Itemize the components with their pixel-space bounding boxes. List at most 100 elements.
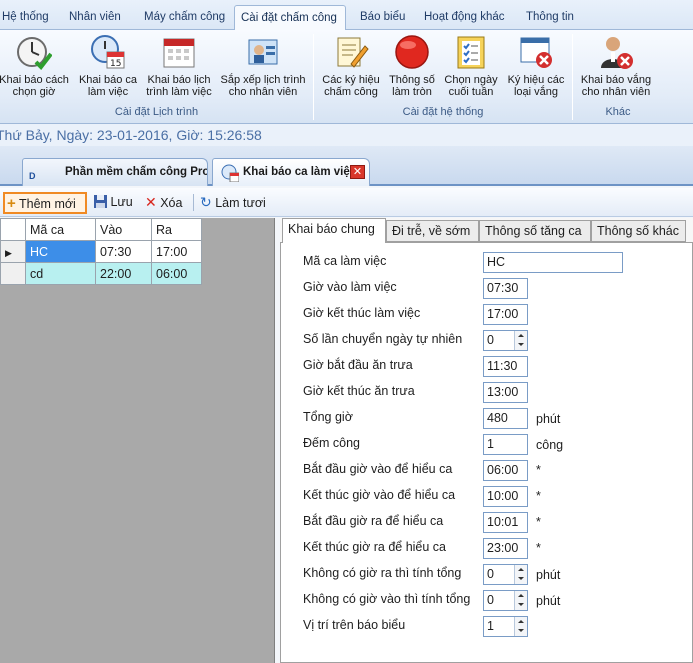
gio-ket-thuc-field[interactable]: 17:00 (483, 304, 528, 325)
shift-grid: Mã ca Vào Ra ▶ HC 07:30 17:00 cd 22:00 0… (0, 218, 202, 285)
table-row[interactable]: cd 22:00 06:00 (0, 262, 202, 285)
unit-phut: phút (536, 568, 561, 582)
clock-calendar-icon: 15 (90, 34, 126, 70)
toolbar: + Thêm mới Lưu ✕ Xóa ↻ Làm tươi (0, 188, 693, 217)
tab-thong-so-tang-ca[interactable]: Thông số tăng ca (479, 220, 591, 242)
tong-gio-field[interactable]: 480 (483, 408, 528, 429)
tab-thong-tin[interactable]: Thông tin (520, 7, 580, 30)
clock-check-icon (16, 34, 53, 71)
table-row[interactable]: ▶ HC 07:30 17:00 (0, 240, 202, 263)
khai-bao-ca-lam-viec-button[interactable]: 15 Khai báo ca làm việc (74, 34, 142, 98)
unit-phut: phút (536, 412, 561, 426)
kt-vao-field[interactable]: 10:00 (483, 486, 528, 507)
label-gio-vao: Giờ vào làm việc (303, 280, 397, 294)
required-mark: * (536, 463, 541, 477)
ket-thuc-an-field[interactable]: 13:00 (483, 382, 528, 403)
doc-tab-khai-bao-ca[interactable]: Khai báo ca làm việc ✕ (212, 158, 370, 186)
cell-ra[interactable]: 17:00 (151, 240, 202, 263)
label-bd-vao: Bắt đầu giờ vào để hiểu ca (303, 462, 453, 476)
label-khong-ra: Không có giờ ra thì tính tổng (303, 566, 462, 580)
cell-ma-ca[interactable]: cd (25, 262, 96, 285)
window-delete-icon (518, 34, 554, 70)
cell-ra[interactable]: 06:00 (151, 262, 202, 285)
close-icon[interactable]: ✕ (350, 165, 365, 179)
unit-phut: phút (536, 594, 561, 608)
khong-vao-stepper[interactable]: 0 (483, 590, 528, 611)
kt-ra-field[interactable]: 23:00 (483, 538, 528, 559)
tab-khai-bao-chung[interactable]: Khai báo chung (282, 218, 386, 243)
save-button[interactable]: Lưu (92, 192, 133, 214)
label-bd-ra: Bắt đầu giờ ra để hiểu ca (303, 514, 444, 528)
plus-icon: + (7, 195, 16, 212)
chon-ngay-cuoi-tuan-button[interactable]: Chọn ngày cuối tuần (440, 34, 502, 98)
khai-bao-lich-trinh-button[interactable]: Khai báo lịch trình làm việc (143, 34, 215, 98)
label-khong-vao: Không có giờ vào thì tính tổng (303, 592, 471, 606)
cell-ma-ca[interactable]: HC (25, 240, 96, 263)
app-logo-icon: D (29, 171, 36, 181)
add-new-button[interactable]: + Thêm mới (3, 192, 87, 214)
vi-tri-stepper[interactable]: 1 (483, 616, 528, 637)
label-so-lan: Số lần chuyển ngày tự nhiên (303, 332, 463, 346)
group-label-khac: Khác (605, 106, 631, 118)
ribbon-tab-bar: Hệ thống Nhân viên Máy chấm công Cài đặt… (0, 0, 693, 31)
cac-ky-hieu-cham-cong-button[interactable]: Các ký hiệu chấm công (318, 34, 384, 98)
refresh-button[interactable]: ↻ Làm tươi (198, 192, 266, 214)
ma-ca-field[interactable]: HC (483, 252, 623, 273)
label-vi-tri: Vị trí trên báo biểu (303, 618, 406, 632)
floppy-disk-icon (94, 195, 107, 209)
khai-bao-cach-chon-gio-button[interactable]: Khai báo cách chọn giờ (0, 34, 72, 98)
document-tab-bar: D Phần mềm chấm công Pro Khai báo ca làm… (0, 146, 693, 186)
label-kt-ra: Kết thúc giờ ra để hiểu ca (303, 540, 447, 554)
sap-xep-lich-trinh-button[interactable]: Sắp xếp lịch trình cho nhân viên (216, 34, 310, 98)
thong-so-lam-tron-button[interactable]: Thông số làm tròn (385, 34, 439, 98)
detail-pane: Mã ca làm việc HC Giờ vào làm việc 07:30… (280, 218, 693, 663)
spin-arrows-icon[interactable] (514, 565, 527, 584)
khai-bao-vang-button[interactable]: Khai báo vắng cho nhân viên (577, 34, 655, 98)
svg-text:15: 15 (110, 59, 121, 69)
required-mark: * (536, 489, 541, 503)
tab-hoat-dong-khac[interactable]: Hoạt động khác (418, 7, 511, 30)
label-dem-cong: Đếm công (303, 436, 360, 450)
grid-header-row: Mã ca Vào Ra (0, 218, 202, 241)
dem-cong-field[interactable]: 1 (483, 434, 528, 455)
doc-tab-phan-mem[interactable]: D Phần mềm chấm công Pro (22, 158, 208, 186)
group-label-he-thong: Cài đặt hệ thống (402, 106, 484, 118)
user-schedule-icon (245, 34, 281, 70)
bd-vao-field[interactable]: 06:00 (483, 460, 528, 481)
checklist-icon (453, 34, 489, 70)
spin-arrows-icon[interactable] (514, 617, 527, 636)
column-header-ra[interactable]: Ra (151, 218, 202, 241)
group-label-lich-trinh: Cài đặt Lịch trình (114, 106, 199, 118)
delete-x-icon: ✕ (145, 194, 157, 210)
tab-cai-dat-cham-cong[interactable]: Cài đặt chấm công (234, 5, 346, 31)
column-header-ma-ca[interactable]: Mã ca (25, 218, 96, 241)
row-indicator-icon: ▶ (0, 240, 26, 263)
delete-button[interactable]: ✕ Xóa (143, 192, 182, 214)
gio-vao-field[interactable]: 07:30 (483, 278, 528, 299)
cell-vao[interactable]: 22:00 (95, 262, 152, 285)
general-settings-panel: Mã ca làm việc HC Giờ vào làm việc 07:30… (280, 242, 693, 663)
tab-may-cham-cong[interactable]: Máy chấm công (138, 7, 231, 30)
tab-nhan-vien[interactable]: Nhân viên (63, 7, 127, 30)
khong-ra-stepper[interactable]: 0 (483, 564, 528, 585)
red-circle-icon (394, 34, 430, 70)
label-gio-ket-thuc: Giờ kết thúc làm việc (303, 306, 421, 320)
required-mark: * (536, 541, 541, 555)
unit-cong: công (536, 438, 564, 452)
notepad-pencil-icon (333, 34, 369, 70)
column-header-vao[interactable]: Vào (95, 218, 152, 241)
label-kt-vao: Kết thúc giờ vào để hiểu ca (303, 488, 456, 502)
label-ma-ca: Mã ca làm việc (303, 254, 387, 268)
tab-di-tre-ve-som[interactable]: Đi trễ, về sớm (386, 220, 479, 242)
so-lan-stepper[interactable]: 0 (483, 330, 528, 351)
tab-he-thong[interactable]: Hệ thống (0, 7, 55, 30)
tab-thong-so-khac[interactable]: Thông số khác (591, 220, 686, 242)
toolbar-separator (193, 194, 194, 211)
spin-arrows-icon[interactable] (514, 591, 527, 610)
spin-arrows-icon[interactable] (514, 331, 527, 350)
cell-vao[interactable]: 07:30 (95, 240, 152, 263)
bd-ra-field[interactable]: 10:01 (483, 512, 528, 533)
tab-bao-bieu[interactable]: Báo biểu (354, 7, 411, 30)
ky-hieu-cac-loai-vang-button[interactable]: Ký hiệu các loại vắng (503, 34, 569, 98)
bat-dau-an-field[interactable]: 11:30 (483, 356, 528, 377)
